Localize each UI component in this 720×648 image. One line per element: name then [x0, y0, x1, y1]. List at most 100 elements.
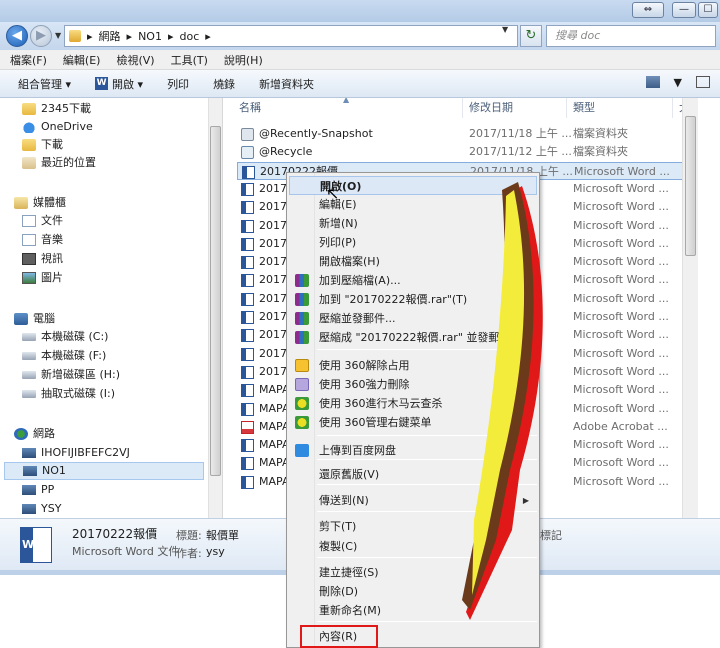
back-button[interactable]: ◀ — [6, 25, 28, 47]
nav-item[interactable]: 網路 — [14, 425, 55, 443]
nav-item-label: OneDrive — [41, 120, 93, 133]
burn-button[interactable]: 燒錄 — [213, 76, 235, 92]
context-menu-item[interactable]: 還原舊版(V) — [289, 465, 537, 484]
context-menu-item[interactable]: 刪除(D) — [289, 582, 537, 601]
nav-item[interactable]: 電腦 — [14, 310, 55, 328]
file-type: Microsoft Word ... — [574, 164, 670, 178]
context-menu-item[interactable]: 開啟檔案(H) — [289, 252, 537, 271]
nav-item[interactable]: 文件 — [22, 212, 63, 230]
menu-edit[interactable]: 編輯(E) — [63, 52, 101, 68]
breadcrumb-sep: ▸ — [167, 29, 174, 43]
breadcrumb-network[interactable]: 網路 — [99, 28, 121, 44]
details-author-value[interactable]: ysy — [206, 545, 225, 558]
winrar-icon — [295, 331, 309, 344]
word-doc-icon — [241, 219, 254, 233]
context-menu-item[interactable]: 壓縮成 "20170222報價.rar" 並發郵件 — [289, 328, 537, 347]
minimize-button[interactable]: — — [672, 2, 696, 18]
column-header-date[interactable]: 修改日期 — [463, 98, 567, 118]
nav-item[interactable]: 本機磁碟 (F:) — [22, 347, 106, 365]
file-list-scrollbar[interactable] — [682, 98, 698, 518]
restore-button[interactable]: ⇔ — [632, 2, 664, 18]
nav-item[interactable]: OneDrive — [22, 118, 93, 136]
context-menu-item[interactable]: 重新命名(M) — [289, 601, 537, 620]
nav-item-label: 網路 — [33, 427, 55, 440]
file-type: Microsoft Word ... — [573, 474, 669, 488]
file-type: Adobe Acrobat ... — [573, 419, 668, 433]
open-button[interactable]: W 開啟 ▾ — [95, 76, 143, 92]
context-menu-item-label: 使用 360進行木马云查杀 — [319, 397, 443, 410]
refresh-button[interactable]: ↻ — [520, 25, 542, 47]
context-menu-item[interactable]: 傳送到(N) ▶ — [289, 491, 537, 510]
context-menu-item[interactable]: 使用 360強力刪除 — [289, 375, 537, 394]
nav-item[interactable]: 媒體櫃 — [14, 194, 66, 212]
folder-icon — [22, 139, 36, 151]
music-icon — [22, 234, 36, 246]
360-delete-icon — [295, 378, 309, 391]
nav-item[interactable]: 視訊 — [22, 250, 63, 268]
context-menu-item[interactable]: 加到 "20170222報價.rar"(T) — [289, 290, 537, 309]
file-type: Microsoft Word ... — [573, 218, 669, 232]
nav-item[interactable]: 下載 — [22, 136, 63, 154]
context-menu-item[interactable]: 加到壓縮檔(A)... — [289, 271, 537, 290]
nav-item[interactable]: NO1 — [4, 462, 204, 480]
address-bar[interactable]: ▸ 網路 ▸ NO1 ▸ doc ▸ — [64, 25, 518, 47]
navigation-scrollbar[interactable] — [208, 98, 222, 518]
context-menu-item[interactable]: 新增(N) — [289, 214, 537, 233]
details-title-value[interactable]: 報價單 — [206, 527, 239, 543]
word-doc-icon — [241, 201, 254, 215]
scroll-thumb[interactable] — [685, 116, 696, 256]
new-folder-button[interactable]: 新增資料夾 — [259, 76, 314, 92]
context-menu-item[interactable]: 壓縮並發郵件... — [289, 309, 537, 328]
nav-item[interactable]: 音樂 — [22, 231, 63, 249]
file-row[interactable]: @Recently-Snapshot 2017/11/18 上午 ... 檔案資料夾 — [237, 125, 683, 143]
address-dropdown-icon[interactable]: ▼ — [502, 25, 508, 34]
nav-item[interactable]: 最近的位置 — [22, 154, 96, 172]
menu-tools[interactable]: 工具(T) — [171, 52, 208, 68]
context-menu-item[interactable]: 使用 360管理右鍵菜单 — [289, 413, 537, 432]
file-row[interactable]: @Recycle 2017/11/12 上午 ... 檔案資料夾 — [237, 143, 683, 161]
context-menu-item[interactable]: 使用 360解除占用 — [289, 356, 537, 375]
column-header-type[interactable]: 類型 — [567, 98, 673, 118]
menu-help[interactable]: 說明(H) — [224, 52, 263, 68]
word-file-large-icon: W — [20, 527, 52, 563]
recent-pages-dropdown-icon[interactable]: ▼ — [55, 31, 61, 40]
context-menu-item[interactable]: 上傳到百度网盘 — [289, 441, 537, 460]
scroll-thumb[interactable] — [210, 126, 221, 476]
nav-item[interactable]: 2345下載 — [22, 100, 91, 118]
nav-item-label: 本機磁碟 (C:) — [41, 330, 109, 343]
breadcrumb-no1[interactable]: NO1 — [138, 30, 162, 43]
menu-file[interactable]: 檔案(F) — [10, 52, 47, 68]
context-menu-item[interactable]: 列印(P) — [289, 233, 537, 252]
nav-item[interactable]: 新增磁碟區 (H:) — [22, 366, 120, 384]
word-doc-icon — [241, 311, 254, 324]
file-type: 檔案資料夾 — [573, 145, 628, 159]
details-author-label: 作者: — [176, 547, 202, 560]
nav-item[interactable]: 抽取式磁碟 (I:) — [22, 385, 115, 403]
nav-item[interactable]: 圖片 — [22, 269, 63, 287]
documents-icon — [22, 215, 36, 227]
nav-item[interactable]: YSY — [22, 500, 61, 518]
file-name: 2017 — [259, 181, 287, 195]
nav-item[interactable]: 本機磁碟 (C:) — [22, 328, 108, 346]
search-input[interactable]: 搜尋 doc — [546, 25, 716, 47]
context-menu-item-label: 使用 360管理右鍵菜单 — [319, 416, 432, 429]
nav-item[interactable]: IHOFIJIBFEFC2VJ — [22, 444, 130, 462]
context-menu-item[interactable]: 複製(C) — [289, 537, 537, 556]
context-menu-item[interactable]: 使用 360進行木马云查杀 — [289, 394, 537, 413]
view-options-icon[interactable] — [645, 76, 660, 88]
nav-item-label: 2345下載 — [41, 102, 91, 115]
menu-view[interactable]: 檢視(V) — [116, 52, 154, 68]
preview-pane-icon[interactable] — [696, 76, 710, 88]
winrar-icon — [295, 274, 309, 287]
nav-item[interactable]: PP — [22, 481, 54, 499]
context-menu-item[interactable]: 剪下(T) — [289, 517, 537, 536]
context-menu-item[interactable]: 建立捷徑(S) — [289, 563, 537, 582]
breadcrumb-doc[interactable]: doc — [179, 30, 199, 43]
maximize-button[interactable]: ☐ — [698, 2, 718, 18]
organize-button[interactable]: 組合管理 ▾ — [18, 76, 71, 92]
menu-separator — [317, 557, 537, 558]
view-dropdown-icon[interactable]: ▼ — [674, 76, 682, 89]
forward-button[interactable]: ▶ — [30, 25, 52, 47]
print-button[interactable]: 列印 — [167, 76, 189, 92]
command-bar: 組合管理 ▾ W 開啟 ▾ 列印 燒錄 新增資料夾 ▼ — [0, 70, 720, 98]
